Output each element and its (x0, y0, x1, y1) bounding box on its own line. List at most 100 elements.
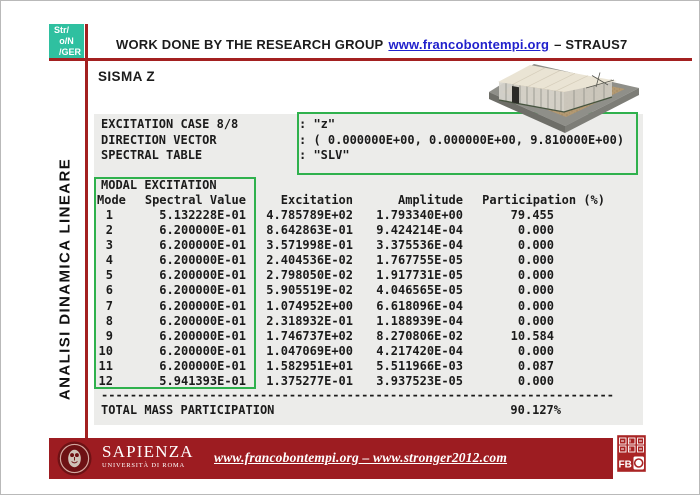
red-vertical-line (85, 24, 88, 438)
cell-amplitude: 1.188939E-04 (376, 314, 463, 328)
cell-spectral: 6.200000E-01 (159, 359, 246, 373)
cell-mode: 2 (106, 223, 113, 237)
cell-mode: 9 (106, 329, 113, 343)
sapienza-logo (57, 441, 92, 476)
cell-amplitude: 3.937523E-05 (376, 374, 463, 388)
table-row: 1 5.132228E-01 4.785789E+02 1.793340E+00… (95, 208, 605, 223)
header-title: WORK DONE BY THE RESEARCH GROUP (116, 37, 383, 52)
case-info-value: : "SLV" (299, 148, 350, 162)
table-row: 8 6.200000E-01 2.318932E-01 1.188939E-04… (95, 314, 605, 329)
footer-link[interactable]: www.francobontempi.org – www.stronger201… (214, 450, 507, 466)
cell-participation: 0.000 (518, 253, 554, 267)
cell-excitation: 1.047069E+00 (266, 344, 353, 358)
cell-amplitude: 9.424214E-04 (376, 223, 463, 237)
table-row: 10 6.200000E-01 1.047069E+00 4.217420E-0… (95, 344, 605, 359)
cell-mode: 5 (106, 268, 113, 282)
table-row: 9 6.200000E-01 1.746737E+02 8.270806E-02… (95, 329, 605, 344)
cell-excitation: 4.785789E+02 (266, 208, 353, 222)
cell-excitation: 3.571998E-01 (266, 238, 353, 252)
stronger-logo: Str/ o/N /GER (49, 24, 84, 59)
cell-amplitude: 6.618096E-04 (376, 299, 463, 313)
side-label: ANALISI DINAMICA LINEARE (57, 158, 74, 400)
modal-table-header: Mode Spectral Value Excitation Amplitude… (95, 193, 605, 208)
stronger-logo-line: /GER (49, 47, 84, 58)
cell-spectral: 5.132228E-01 (159, 208, 246, 222)
case-info-value: : "z" (299, 117, 335, 131)
cell-excitation: 2.318932E-01 (266, 314, 353, 328)
cell-amplitude: 4.217420E-04 (376, 344, 463, 358)
column-header-spectral: Spectral Value (145, 193, 246, 207)
cell-mode: 10 (99, 344, 113, 358)
cell-mode: 4 (106, 253, 113, 267)
stronger-logo-line: Str/ (49, 25, 84, 36)
door (512, 86, 519, 104)
cell-spectral: 6.200000E-01 (159, 223, 246, 237)
cell-amplitude: 5.511966E-03 (376, 359, 463, 373)
table-row: 11 6.200000E-01 1.582951E+01 5.511966E-0… (95, 359, 605, 374)
sapienza-wordmark: SAPIENZA UNIVERSITÀ DI ROMA (102, 443, 194, 469)
cell-participation: 0.000 (518, 344, 554, 358)
cell-mode: 6 (106, 283, 113, 297)
cell-excitation: 1.746737E+02 (266, 329, 353, 343)
cell-participation: 0.000 (518, 299, 554, 313)
stronger-logo-line: o/N (49, 36, 84, 47)
table-row: 6 6.200000E-01 5.905519E-02 4.046565E-05… (95, 283, 605, 298)
case-info-label: SPECTRAL TABLE (101, 148, 299, 164)
footer-bar: SAPIENZA UNIVERSITÀ DI ROMA www.francobo… (49, 438, 613, 479)
sapienza-name: SAPIENZA (102, 443, 194, 461)
header-link[interactable]: www.francobontempi.org (388, 37, 549, 52)
cell-excitation: 1.074952E+00 (266, 299, 353, 313)
header-title-line: WORK DONE BY THE RESEARCH GROUP www.franc… (116, 37, 627, 52)
cell-spectral: 6.200000E-01 (159, 299, 246, 313)
table-row: 4 6.200000E-01 2.404536E-02 1.767755E-05… (95, 253, 605, 268)
cell-amplitude: 1.917731E-05 (376, 268, 463, 282)
presentation-slide: Str/ o/N /GER WORK DONE BY THE RESEARCH … (0, 0, 700, 495)
header-suffix: – STRAUS7 (554, 37, 627, 52)
seal-fb-letters: FB (619, 460, 632, 471)
cell-excitation: 1.582951E+01 (266, 359, 353, 373)
table-row: 2 6.200000E-01 8.642863E-01 9.424214E-04… (95, 223, 605, 238)
total-mass-value: 90.127% (510, 403, 561, 417)
cell-excitation: 5.905519E-02 (266, 283, 353, 297)
cell-spectral: 6.200000E-01 (159, 344, 246, 358)
total-mass-label: TOTAL MASS PARTICIPATION (101, 403, 274, 417)
cell-amplitude: 3.375536E-04 (376, 238, 463, 252)
cell-participation: 0.000 (518, 223, 554, 237)
modal-table-title: MODAL EXCITATION (101, 178, 217, 192)
cell-amplitude: 4.046565E-05 (376, 283, 463, 297)
cell-participation: 0.087 (518, 359, 554, 373)
cell-participation: 10.584 (511, 329, 554, 343)
cell-participation: 0.000 (518, 314, 554, 328)
cell-mode: 3 (106, 238, 113, 252)
cell-amplitude: 1.793340E+00 (376, 208, 463, 222)
cell-amplitude: 1.767755E-05 (376, 253, 463, 267)
cell-mode: 1 (106, 208, 113, 222)
cell-participation: 79.455 (511, 208, 554, 222)
cell-participation: 0.000 (518, 374, 554, 388)
fb-seal-logo: FB (616, 434, 647, 473)
cell-spectral: 6.200000E-01 (159, 283, 246, 297)
cell-participation: 0.000 (518, 238, 554, 252)
cell-mode: 12 (99, 374, 113, 388)
total-row: TOTAL MASS PARTICIPATION 90.127% (95, 403, 605, 418)
table-row: 3 6.200000E-01 3.571998E-01 3.375536E-04… (95, 238, 605, 253)
column-header-mode: Mode (97, 193, 126, 207)
cell-spectral: 6.200000E-01 (159, 238, 246, 252)
case-info-label: DIRECTION VECTOR (101, 133, 299, 149)
page-title: SISMA Z (98, 69, 155, 84)
table-row: 7 6.200000E-01 1.074952E+00 6.618096E-04… (95, 299, 605, 314)
cell-mode: 7 (106, 299, 113, 313)
cell-mode: 8 (106, 314, 113, 328)
cell-excitation: 2.404536E-02 (266, 253, 353, 267)
cell-spectral: 6.200000E-01 (159, 329, 246, 343)
cell-excitation: 2.798050E-02 (266, 268, 353, 282)
cell-excitation: 1.375277E-01 (266, 374, 353, 388)
case-info-row: SPECTRAL TABLE: "SLV" (101, 148, 624, 164)
building-3d-render (486, 58, 646, 144)
column-header-participation: Participation (%) (482, 193, 605, 207)
cell-participation: 0.000 (518, 268, 554, 282)
cell-mode: 11 (99, 359, 113, 373)
case-info-label: EXCITATION CASE 8/8 (101, 117, 299, 133)
cell-spectral: 6.200000E-01 (159, 253, 246, 267)
column-header-excitation: Excitation (281, 193, 353, 207)
